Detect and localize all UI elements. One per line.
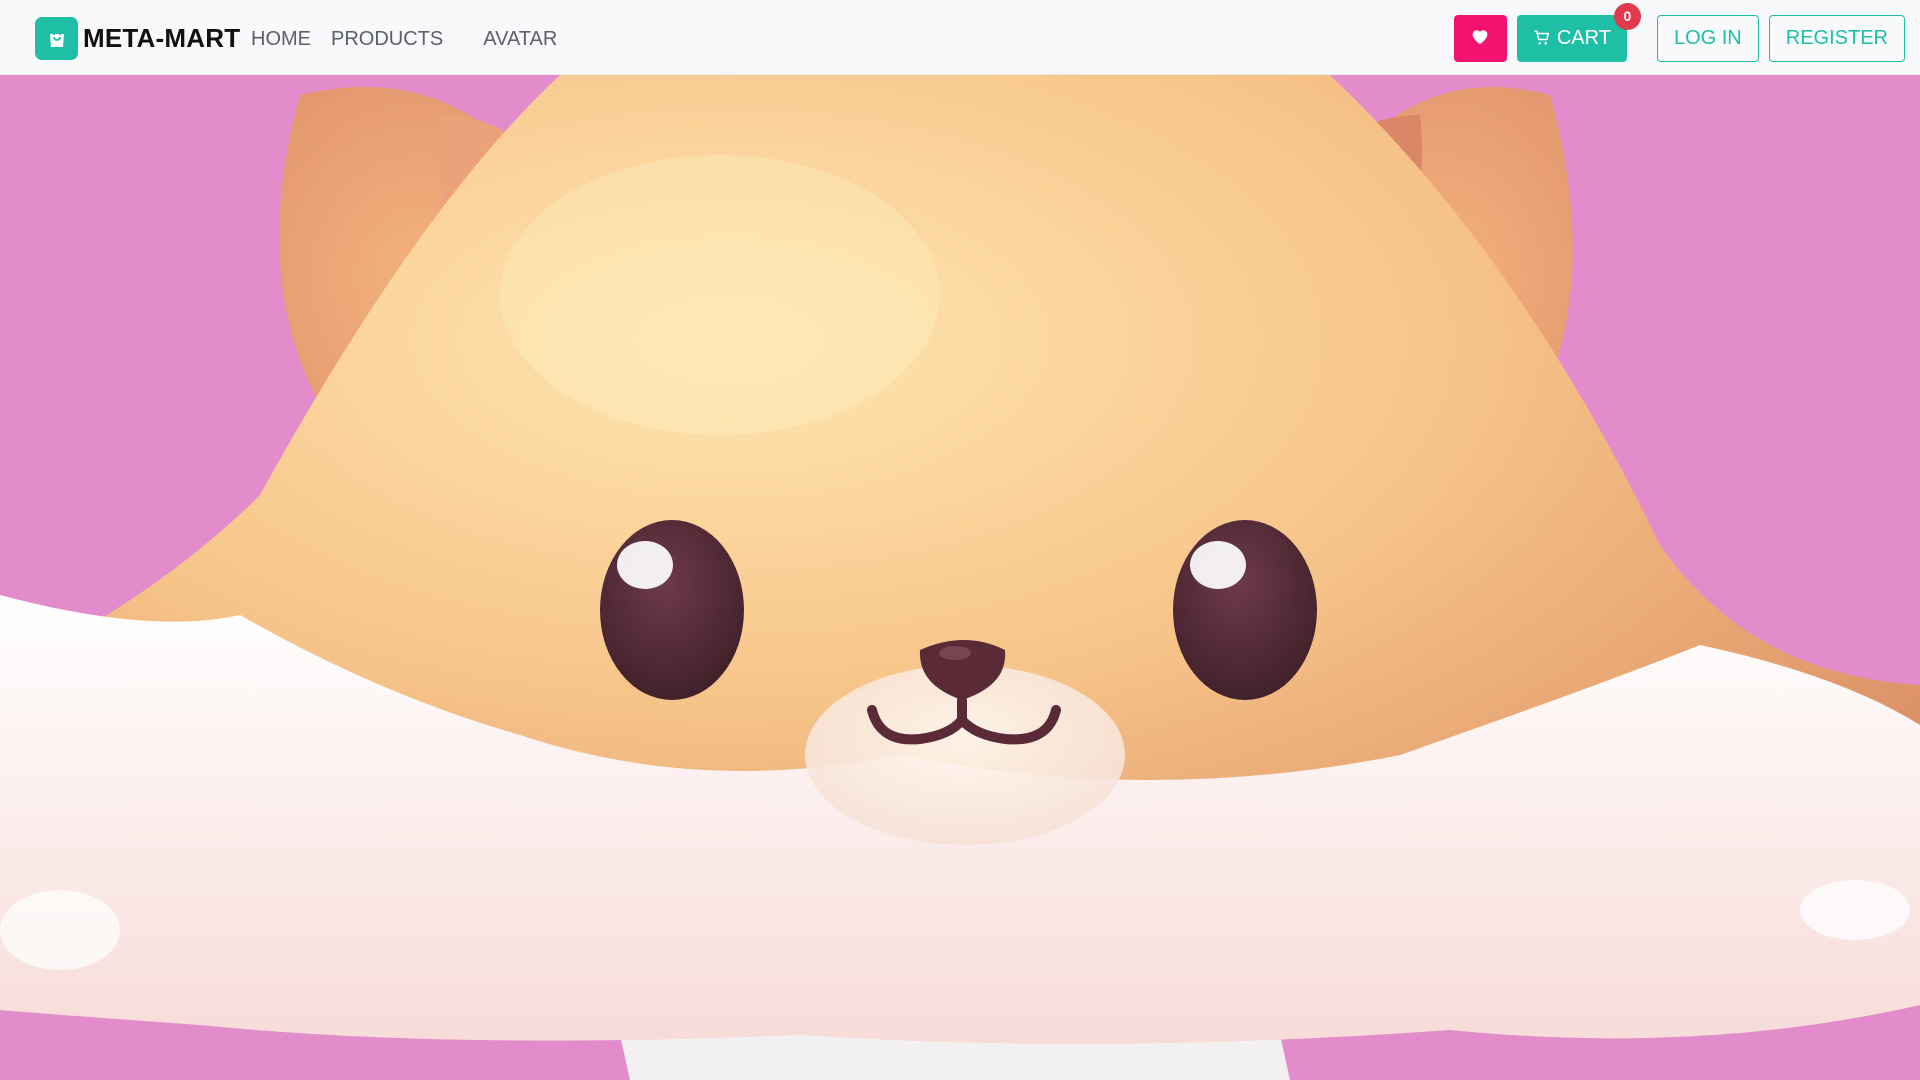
nav-home-link[interactable]: HOME [251, 28, 311, 51]
brand[interactable]: META-MART [35, 16, 240, 60]
shopping-bag-icon [35, 16, 78, 60]
heart-icon [1470, 27, 1490, 50]
cart-label: CART [1556, 26, 1611, 49]
cart-count-badge: 0 [1613, 2, 1641, 30]
navbar: META-MART HOME PRODUCTS AVATAR CART 0 LO… [0, 0, 1920, 75]
favorites-button[interactable] [1453, 14, 1507, 62]
nav-avatar-link[interactable]: AVATAR [483, 28, 557, 51]
header-actions: CART 0 LOG IN REGISTER [1453, 2, 1905, 62]
avatar-hero-illustration [0, 75, 1920, 1080]
nav-products-link[interactable]: PRODUCTS [331, 28, 443, 51]
login-button[interactable]: LOG IN [1656, 14, 1759, 62]
hero-banner [0, 75, 1920, 1080]
left-eye [600, 520, 744, 700]
brand-name: META-MART [83, 22, 241, 53]
right-eye [1173, 520, 1317, 700]
main-nav: HOME PRODUCTS AVATAR [251, 24, 577, 54]
register-button[interactable]: REGISTER [1768, 14, 1905, 62]
cart-button[interactable]: CART 0 [1516, 2, 1641, 62]
cart-icon [1533, 29, 1551, 47]
